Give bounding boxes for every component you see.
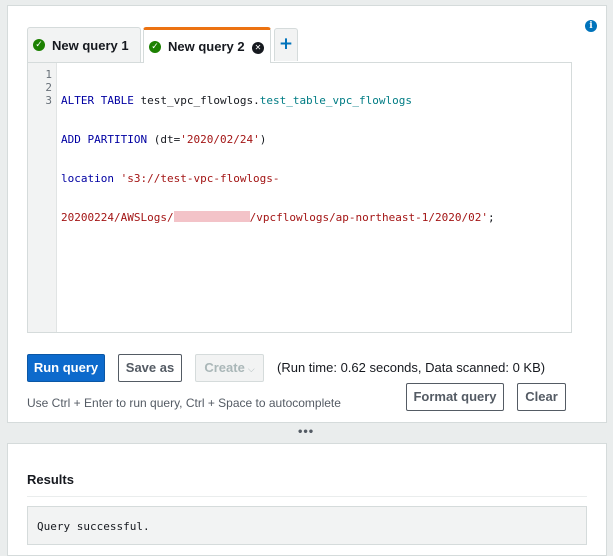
string-literal: '2020/02/24' <box>180 133 260 146</box>
code-line-wrapped: 20200224/AWSLogs/ /vpcflowlogs/ap-northea… <box>61 211 567 224</box>
code-line: ALTER TABLE test_vpc_flowlogs.test_table… <box>61 94 567 107</box>
results-title: Results <box>27 472 74 487</box>
divider <box>27 496 587 497</box>
code-area[interactable]: ALTER TABLE test_vpc_flowlogs.test_table… <box>61 68 567 250</box>
string-literal: /vpcflowlogs/ap-northeast-1/2020/02' <box>249 211 489 224</box>
results-message: Query successful. <box>27 506 587 545</box>
save-as-button[interactable]: Save as <box>118 354 182 382</box>
tab-label: New query 1 <box>52 37 129 53</box>
resize-handle-icon[interactable]: ••• <box>297 427 314 438</box>
code-text: ) <box>259 133 267 146</box>
code-text: ; <box>488 211 495 224</box>
code-text: test_vpc_flowlogs. <box>133 94 260 107</box>
check-circle-icon: ✓ <box>149 40 161 53</box>
code-line: ADD PARTITION (dt='2020/02/24') <box>61 133 567 146</box>
clear-button[interactable]: Clear <box>517 383 566 411</box>
string-literal: 20200224/AWSLogs/ <box>61 211 174 224</box>
sql-editor[interactable]: 1 2 3 ALTER TABLE test_vpc_flowlogs.test… <box>27 62 572 333</box>
info-icon[interactable]: i <box>585 20 597 32</box>
results-panel: Results Query successful. <box>7 443 607 556</box>
tab-new-query-2[interactable]: ✓ New query 2 ✕ <box>143 27 271 63</box>
tab-new-query-1[interactable]: ✓ New query 1 <box>27 27 141 62</box>
format-query-button[interactable]: Format query <box>406 383 504 411</box>
line-number: 2 <box>45 81 52 94</box>
tab-label: New query 2 <box>168 39 245 54</box>
run-query-button[interactable]: Run query <box>27 354 105 382</box>
create-label: Create <box>204 360 245 375</box>
line-number-gutter: 1 2 3 <box>28 63 57 332</box>
table-name: test_table_vpc_flowlogs <box>259 94 413 107</box>
keyword: ADD PARTITION <box>61 133 148 146</box>
check-circle-icon: ✓ <box>33 39 45 51</box>
code-text: (dt= <box>147 133 181 146</box>
run-stats: (Run time: 0.62 seconds, Data scanned: 0… <box>277 360 546 375</box>
code-line: location 's3://test-vpc-flowlogs- <box>61 172 567 185</box>
line-number: 1 <box>45 68 52 81</box>
keyword: ALTER TABLE <box>61 94 134 107</box>
add-tab-button[interactable]: + <box>274 28 298 61</box>
keyword: location <box>61 172 114 185</box>
keyboard-hint: Use Ctrl + Enter to run query, Ctrl + Sp… <box>27 396 341 410</box>
line-number: 3 <box>45 94 52 107</box>
plus-icon: + <box>278 34 294 54</box>
create-dropdown-button: Create ⌵ <box>195 354 264 382</box>
redacted-block <box>173 211 250 222</box>
close-circle-icon[interactable]: ✕ <box>252 42 264 54</box>
chevron-down-icon: ⌵ <box>247 365 255 375</box>
string-literal: 's3://test-vpc-flowlogs- <box>120 172 280 185</box>
